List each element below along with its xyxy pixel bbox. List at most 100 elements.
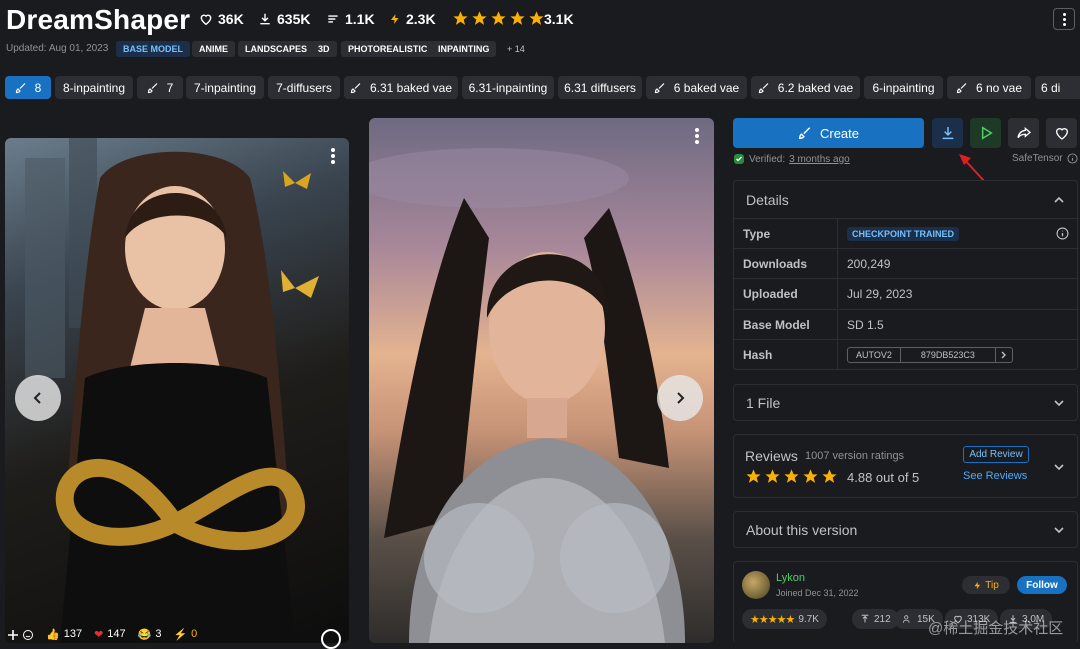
star-icon	[746, 469, 761, 483]
like-reaction[interactable]: 👍 137	[46, 628, 82, 641]
heart-icon	[1055, 128, 1068, 140]
version-tab-6-31-inpainting[interactable]: 6.31-inpainting	[462, 76, 554, 99]
downloads-stat: 635K	[258, 11, 310, 27]
detail-label: Hash	[734, 340, 838, 369]
hash-widget[interactable]: AUTOV2 879DB523C3	[847, 346, 1013, 363]
star-icon	[453, 11, 468, 25]
watermark-text: @稀土掘金技术社区	[928, 620, 1064, 637]
favorite-button[interactable]	[1046, 118, 1077, 148]
version-tab-6-no-vae[interactable]: 6 no vae	[947, 76, 1031, 99]
hash-type[interactable]: AUTOV2	[848, 348, 900, 362]
run-button[interactable]	[970, 118, 1001, 148]
star-icon	[472, 11, 487, 25]
preview-image-2[interactable]	[369, 118, 714, 643]
detail-label: Uploaded	[734, 279, 838, 308]
laugh-reaction[interactable]: 😂 3	[138, 628, 162, 641]
verified-status: Verified: 3 months ago	[733, 153, 850, 165]
next-image-button[interactable]	[657, 375, 703, 421]
portrait-armor-illustration	[369, 148, 685, 643]
tag-inpainting[interactable]: INPAINTING	[431, 41, 497, 57]
more-tags[interactable]: + 14	[507, 44, 525, 54]
upload-icon	[861, 614, 869, 623]
version-tab-6-baked-vae[interactable]: 6 baked vae	[646, 76, 747, 99]
laugh-icon: 😂	[137, 629, 152, 641]
info-icon[interactable]	[321, 629, 341, 649]
likes-stat: 36K	[199, 11, 244, 27]
version-tab-6-inpainting[interactable]: 6-inpainting	[864, 76, 943, 99]
detail-value: SD 1.5	[847, 317, 884, 332]
brush-icon	[147, 82, 158, 93]
image-options-button[interactable]	[323, 146, 343, 166]
more-menu-button[interactable]	[1053, 8, 1075, 30]
version-tab-6-2-baked-vae[interactable]: 6.2 baked vae	[751, 76, 860, 99]
tag-anime[interactable]: ANIME	[192, 41, 235, 57]
tag-photorealistic[interactable]: PHOTOREALISTIC	[341, 41, 435, 57]
creator-name[interactable]: Lykon	[776, 572, 805, 584]
share-button[interactable]	[1008, 118, 1039, 148]
tag-landscapes[interactable]: LANDSCAPES	[238, 41, 315, 57]
version-label: 6.31 baked vae	[369, 80, 453, 95]
updated-date: Updated: Aug 01, 2023	[6, 43, 109, 54]
info-icon[interactable]	[1056, 227, 1069, 240]
tag-base-model[interactable]: BASE MODEL	[116, 41, 191, 57]
preview-image-1[interactable]	[5, 138, 349, 643]
star-icon	[803, 469, 818, 483]
version-label: 7	[166, 80, 174, 95]
creator-uploads-stat: 212	[852, 609, 899, 629]
star-icon	[510, 11, 525, 25]
comments-count: 1.1K	[345, 11, 375, 27]
safetensor-text: SafeTensor	[1012, 153, 1063, 164]
version-label: 6 no vae	[975, 80, 1023, 95]
info-icon[interactable]	[1067, 153, 1078, 164]
hash-value[interactable]: 879DB523C3	[899, 347, 995, 362]
version-tab-8-inpainting[interactable]: 8-inpainting	[55, 76, 133, 99]
like-count: 137	[63, 628, 83, 640]
detail-value: Jul 29, 2023	[847, 286, 913, 301]
hash-chevron-button[interactable]	[994, 347, 1012, 362]
files-panel[interactable]: 1 File	[733, 384, 1078, 421]
comments-stat: 1.1K	[326, 11, 375, 27]
detail-value: CHECKPOINT TRAINED	[838, 219, 1079, 248]
buzz-stat: 2.3K	[389, 11, 436, 27]
about-version-panel[interactable]: About this version	[733, 511, 1078, 548]
chevron-up-icon	[1054, 196, 1064, 203]
chevron-down-icon[interactable]	[1053, 461, 1065, 473]
chevron-down-icon	[1054, 399, 1064, 406]
version-tab-6-diffusers-partial[interactable]: 6 di	[1035, 76, 1080, 99]
add-reaction-button[interactable]	[8, 629, 34, 641]
create-button[interactable]: Create	[733, 118, 924, 148]
details-header[interactable]: Details	[734, 181, 1077, 218]
add-review-button[interactable]: Add Review	[963, 446, 1029, 463]
buzz-count: 2.3K	[406, 11, 436, 27]
version-tab-6-31-baked-vae[interactable]: 6.31 baked vae	[344, 76, 458, 99]
tag-3d[interactable]: 3D	[311, 41, 337, 57]
buzz-reaction[interactable]: ⚡ 0	[173, 628, 197, 641]
type-badge: CHECKPOINT TRAINED	[847, 226, 960, 241]
star-icon	[765, 469, 780, 483]
version-tab-6-31-diffusers[interactable]: 6.31 diffusers	[558, 76, 642, 99]
heart-reaction[interactable]: ❤ 147	[94, 628, 126, 641]
chevron-down-icon	[1054, 526, 1064, 533]
about-title: About this version	[746, 521, 858, 538]
image-options-button[interactable]	[687, 126, 707, 146]
rating-count: 3.1K	[544, 11, 574, 27]
red-heart-icon: ❤	[94, 629, 104, 641]
version-tab-7-diffusers[interactable]: 7-diffusers	[268, 76, 340, 99]
verified-time-link[interactable]: 3 months ago	[789, 154, 850, 165]
version-tab-7[interactable]: 7	[137, 76, 183, 99]
version-tab-7-inpainting[interactable]: 7-inpainting	[186, 76, 264, 99]
previous-image-button[interactable]	[15, 375, 61, 421]
reviews-panel: Reviews 1007 version ratings 4.88 out of…	[733, 434, 1078, 498]
downloads-count: 635K	[277, 11, 311, 27]
details-title: Details	[746, 191, 789, 208]
see-reviews-link[interactable]: See Reviews	[963, 470, 1027, 482]
laugh-count: 3	[155, 628, 162, 640]
download-button[interactable]	[932, 118, 963, 148]
version-tab-8[interactable]: 8	[5, 76, 51, 99]
detail-row-downloads: Downloads 200,249	[734, 248, 1079, 278]
tip-button[interactable]: Tip	[962, 576, 1010, 594]
follow-button[interactable]: Follow	[1017, 576, 1067, 594]
image-reactions: 👍 137 ❤ 147 😂 3 ⚡ 0	[8, 628, 197, 641]
star-icon	[529, 11, 544, 25]
avatar[interactable]	[742, 571, 770, 599]
